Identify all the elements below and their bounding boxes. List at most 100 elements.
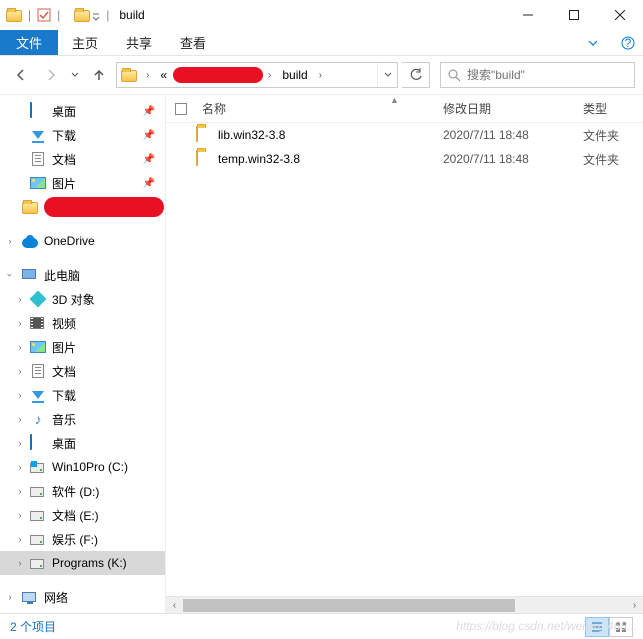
chevron-right-icon[interactable]: › [14,342,26,352]
sidebar-item-label: 文档 (E:) [52,507,99,524]
file-row[interactable]: temp.win32-3.82020/7/11 18:48文件夹 [166,147,643,171]
chevron-right-icon[interactable]: › [263,70,276,81]
sidebar-item-label: 3D 对象 [52,291,95,308]
chevron-right-icon[interactable]: › [14,510,26,520]
sidebar-item[interactable]: › 3D 对象 [0,287,165,311]
scroll-right-button[interactable]: › [626,600,643,611]
recent-locations-button[interactable] [68,62,82,88]
sidebar-item[interactable]: ›Programs (K:) [0,551,165,575]
pin-icon: 📌 [143,130,155,141]
sidebar-item[interactable]: 文档📌 [0,147,165,171]
dropdown-icon[interactable] [92,8,100,22]
chevron-down-icon[interactable]: › [5,269,15,281]
chevron-right-icon[interactable]: › [14,462,26,472]
chevron-right-icon[interactable]: › [4,592,16,602]
tab-share[interactable]: 共享 [112,30,166,55]
pictures-icon [30,175,46,191]
file-row[interactable]: lib.win32-3.82020/7/11 18:48文件夹 [166,123,643,147]
sidebar-item[interactable]: › 软件 (D:) [0,479,165,503]
search-input[interactable] [467,68,628,82]
sidebar-item-label: 软件 (D:) [52,483,99,500]
chevron-right-icon[interactable]: › [141,70,154,81]
scroll-track[interactable] [183,597,626,613]
sidebar-item[interactable]: ›图片 [0,335,165,359]
chevron-right-icon[interactable]: › [14,390,26,400]
sidebar-item[interactable]: ›♪音乐 [0,407,165,431]
chevron-right-icon[interactable]: › [14,318,26,328]
chevron-right-icon[interactable]: › [314,70,327,81]
breadcrumb-current[interactable]: build [276,68,313,82]
chevron-right-icon[interactable]: › [14,366,26,376]
up-button[interactable] [86,62,112,88]
breadcrumb-overflow[interactable]: « [154,68,173,82]
sidebar-item[interactable]: ›桌面 [0,431,165,455]
scroll-left-button[interactable]: ‹ [166,600,183,611]
view-large-icons-button[interactable] [609,617,633,637]
ribbon-expand-button[interactable] [573,30,613,55]
chevron-right-icon[interactable]: › [14,486,26,496]
drive-icon [30,483,46,499]
sidebar-item-label: OneDrive [44,234,95,248]
document-icon [30,363,46,379]
navigation-tree[interactable]: 桌面📌下载📌文档📌图片📌 › OneDrive › 此电脑 ›3D 对象›视频›… [0,95,166,613]
tab-home[interactable]: 主页 [58,30,112,55]
checkbox-icon[interactable] [175,103,187,115]
file-list[interactable]: lib.win32-3.82020/7/11 18:48文件夹temp.win3… [166,123,643,596]
column-header-name[interactable]: 名称 [196,100,443,117]
file-type: 文件夹 [583,127,643,144]
drive-icon [30,507,46,523]
help-button[interactable]: ? [613,30,643,55]
horizontal-scrollbar[interactable]: ‹ › [166,596,643,613]
sidebar-item-network[interactable]: › 网络 [0,585,165,609]
close-button[interactable] [597,0,643,30]
column-headers: 名称 修改日期 类型 [166,95,643,123]
tab-file[interactable]: 文件 [0,30,58,55]
sidebar-item-label: 此电脑 [44,267,80,284]
chevron-right-icon[interactable]: › [14,534,26,544]
sidebar-item[interactable]: 图片📌 [0,171,165,195]
quick-access-toolbar: | | | [6,8,113,22]
maximize-button[interactable] [551,0,597,30]
column-select-all[interactable] [166,103,196,115]
sidebar-item-label: Win10Pro (C:) [52,460,128,474]
address-dropdown-button[interactable] [377,63,397,87]
status-bar: 2 个项目 [0,613,643,639]
sidebar-item-label: 文档 [52,151,76,168]
chevron-right-icon[interactable]: › [4,236,16,246]
onedrive-icon [22,238,38,248]
sidebar-item[interactable]: ›娱乐 (F:) [0,527,165,551]
back-button[interactable] [8,62,34,88]
forward-button[interactable] [38,62,64,88]
sidebar-item-label: 下载 [52,387,76,404]
sidebar-item-thispc[interactable]: › 此电脑 [0,263,165,287]
sidebar-item-onedrive[interactable]: › OneDrive [0,229,165,253]
sidebar-item-redacted[interactable] [0,195,165,219]
chevron-right-icon[interactable]: › [14,414,26,424]
tab-view[interactable]: 查看 [166,30,220,55]
chevron-right-icon[interactable]: › [14,558,26,568]
address-bar[interactable]: › « › build › [116,62,398,88]
sidebar-item[interactable]: › 下载 [0,383,165,407]
sidebar-item[interactable]: › Win10Pro (C:) [0,455,165,479]
search-box[interactable] [440,62,635,88]
chevron-right-icon[interactable]: › [14,438,26,448]
sidebar-item-label: 下载 [52,127,76,144]
sidebar-item[interactable]: 桌面📌 [0,99,165,123]
chevron-right-icon[interactable]: › [14,294,26,304]
sidebar-item[interactable]: › 文档 (E:) [0,503,165,527]
sidebar-item[interactable]: 下载 📌 [0,123,165,147]
separator: | [106,8,109,22]
sidebar-item-label: 图片 [52,175,76,192]
refresh-button[interactable] [402,62,430,88]
scroll-thumb[interactable] [183,599,515,612]
sort-indicator-up-icon: ▲ [390,95,399,105]
view-details-button[interactable] [585,617,609,637]
column-header-date[interactable]: 修改日期 [443,100,583,117]
sidebar-item[interactable]: ›文档 [0,359,165,383]
sidebar-item[interactable]: ›视频 [0,311,165,335]
desktop-icon [30,435,46,451]
redacted-label [44,197,164,217]
checkbox-checked-icon[interactable] [37,8,51,22]
column-header-type[interactable]: 类型 [583,100,643,117]
minimize-button[interactable] [505,0,551,30]
